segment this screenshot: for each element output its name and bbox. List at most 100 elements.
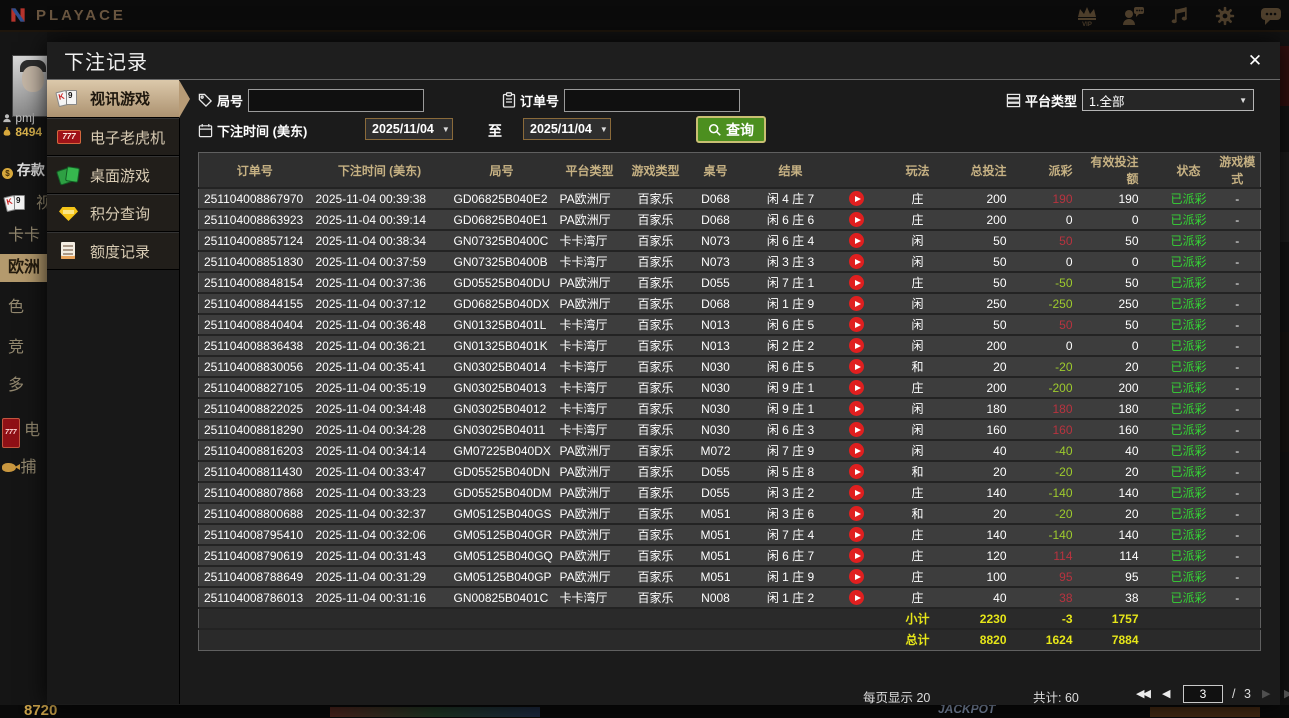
menu-item-slots[interactable]: 777 电子老虎机 xyxy=(47,118,179,156)
deposit-button[interactable]: $ 存款 xyxy=(2,160,45,180)
cell-result: 闲 6 庄 6 xyxy=(744,208,837,230)
replay-play-icon[interactable] xyxy=(849,233,864,249)
bg-nav-fishing[interactable]: 捕 xyxy=(0,454,47,482)
platform-type-select[interactable]: 1.全部 ▼ xyxy=(1082,89,1255,111)
cell-result: 闲 6 庄 5 xyxy=(744,313,837,335)
cell-replay xyxy=(836,229,877,251)
cell-status: 已派彩 xyxy=(1162,271,1215,293)
replay-play-icon[interactable] xyxy=(849,254,864,270)
replay-play-icon[interactable] xyxy=(849,317,864,333)
cell-table-no: N030 xyxy=(686,418,745,440)
chat-bubble-icon[interactable] xyxy=(1259,3,1283,29)
playace-logo[interactable]: PLAYACE xyxy=(8,5,126,25)
cell-platform: PA欧洲厅 xyxy=(554,481,625,503)
prev-page-button[interactable]: ◀ xyxy=(1162,687,1171,700)
bg-nav-duo[interactable]: 多 xyxy=(0,372,47,400)
replay-play-icon[interactable] xyxy=(849,569,864,585)
menu-item-table-games[interactable]: 桌面游戏 xyxy=(47,156,179,194)
settings-gear-icon[interactable] xyxy=(1213,3,1237,29)
bg-nav-se[interactable]: 色 xyxy=(0,294,47,322)
cell-valid-bet: 250 xyxy=(1086,292,1163,314)
cell-platform: PA欧洲厅 xyxy=(554,565,625,587)
modal-header: 下注记录 ✕ xyxy=(47,42,1280,80)
menu-item-quota-records[interactable]: 额度记录 xyxy=(47,232,179,270)
cell-platform: PA欧洲厅 xyxy=(554,292,625,314)
replay-play-icon[interactable] xyxy=(849,338,864,354)
cell-status: 已派彩 xyxy=(1162,523,1215,545)
clipboard-icon xyxy=(502,92,516,108)
first-page-button[interactable]: ◀◀ xyxy=(1136,687,1151,700)
cell-order-id: 251104008857124 xyxy=(198,229,311,251)
table-row: 251104008800688 2025-11-04 00:32:37 GM05… xyxy=(198,502,1261,524)
replay-play-icon[interactable] xyxy=(849,380,864,396)
vip-icon[interactable]: VIP xyxy=(1075,3,1099,29)
replay-play-icon[interactable] xyxy=(849,401,864,417)
search-icon xyxy=(708,123,722,137)
cell-bet-time: 2025-11-04 00:32:37 xyxy=(310,502,449,524)
cell-round-id: GD06825B040E1 xyxy=(448,208,555,230)
replay-play-icon[interactable] xyxy=(849,191,864,207)
avatar[interactable] xyxy=(12,55,47,117)
bg-nav-slots[interactable]: 777 电 xyxy=(0,417,47,448)
cell-platform: 卡卡湾厅 xyxy=(554,397,625,419)
cell-status: 已派彩 xyxy=(1162,355,1215,377)
cell-order-id: 251104008863923 xyxy=(198,208,311,230)
bg-nav-jing[interactable]: 竞 xyxy=(0,334,47,362)
round-number-input[interactable] xyxy=(248,88,425,112)
cell-game-mode: - xyxy=(1214,292,1261,314)
replay-play-icon[interactable] xyxy=(849,464,864,480)
cell-valid-bet: 180 xyxy=(1086,397,1163,419)
replay-play-icon[interactable] xyxy=(849,548,864,564)
cell-game-type: 百家乐 xyxy=(624,418,687,440)
cell-status: 已派彩 xyxy=(1162,502,1215,524)
replay-play-icon[interactable] xyxy=(849,527,864,543)
replay-play-icon[interactable] xyxy=(849,422,864,438)
background-username: pmj xyxy=(2,111,35,125)
music-icon[interactable] xyxy=(1167,3,1191,29)
menu-item-video-games[interactable]: K9 视讯游戏 xyxy=(47,80,190,118)
cell-game-mode: - xyxy=(1214,565,1261,587)
subtotal-label: 小计 xyxy=(876,607,959,629)
cell-game-mode: - xyxy=(1214,208,1261,230)
replay-play-icon[interactable] xyxy=(849,275,864,291)
replay-play-icon[interactable] xyxy=(849,212,864,228)
next-page-button[interactable]: ▶ xyxy=(1262,687,1271,700)
query-button[interactable]: 查询 xyxy=(696,116,766,143)
bg-nav-europe[interactable]: 欧洲 xyxy=(0,254,47,282)
bet-records-table: 订单号 下注时间 (美东) 局号 平台类型 游戏类型 桌号 结果 玩法 总投注 … xyxy=(198,152,1261,651)
replay-play-icon[interactable] xyxy=(849,590,864,606)
topbar-icons: VIP xyxy=(1075,0,1283,32)
bg-nav-kaka[interactable]: 卡卡 xyxy=(0,222,47,250)
last-page-button[interactable]: ▶▶ xyxy=(1284,687,1289,700)
replay-play-icon[interactable] xyxy=(849,296,864,312)
cell-total-bet: 140 xyxy=(958,481,1029,503)
chevron-down-icon: ▼ xyxy=(599,124,608,134)
cell-game-mode: - xyxy=(1214,586,1261,608)
cell-game-type: 百家乐 xyxy=(624,544,687,566)
order-number-input[interactable] xyxy=(564,88,741,112)
cell-valid-bet: 0 xyxy=(1086,250,1163,272)
table-row: 251104008816203 2025-11-04 00:34:14 GM07… xyxy=(198,439,1261,461)
total-count-label: 共计: 60 xyxy=(1033,691,1079,705)
cell-payout: 0 xyxy=(1028,334,1087,356)
subtotal-total-bet: 2230 xyxy=(958,607,1029,629)
cell-play-type: 庄 xyxy=(876,565,959,587)
cell-game-mode: - xyxy=(1214,439,1261,461)
close-icon[interactable]: ✕ xyxy=(1244,50,1266,72)
col-round-id: 局号 xyxy=(448,152,555,188)
replay-play-icon[interactable] xyxy=(849,506,864,522)
replay-play-icon[interactable] xyxy=(849,485,864,501)
support-chat-icon[interactable] xyxy=(1121,3,1145,29)
date-from-select[interactable]: 2025/11/04 ▼ xyxy=(365,118,453,140)
replay-play-icon[interactable] xyxy=(849,359,864,375)
page-number-input[interactable] xyxy=(1183,685,1223,703)
cell-result: 闲 3 庄 2 xyxy=(744,481,837,503)
table-header-row: 订单号 下注时间 (美东) 局号 平台类型 游戏类型 桌号 结果 玩法 总投注 … xyxy=(198,152,1261,188)
cell-table-no: M051 xyxy=(686,565,745,587)
replay-play-icon[interactable] xyxy=(849,443,864,459)
modal-title: 下注记录 xyxy=(64,52,148,74)
bg-nav-video[interactable]: 视 xyxy=(36,190,47,218)
menu-item-points-query[interactable]: 积分查询 xyxy=(47,194,179,232)
cell-payout: 160 xyxy=(1028,418,1087,440)
date-to-select[interactable]: 2025/11/04 ▼ xyxy=(523,118,611,140)
